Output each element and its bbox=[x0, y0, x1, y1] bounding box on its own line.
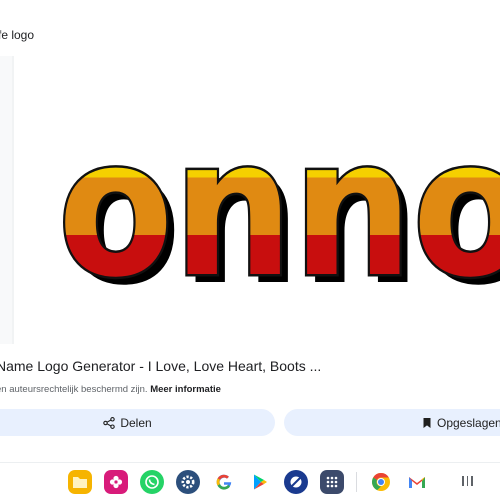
copyright-note: en auteursrechtelijk beschermd zijn. Mee… bbox=[0, 384, 221, 395]
copyright-text: en auteursrechtelijk beschermd zijn. bbox=[0, 384, 148, 395]
more-info-link[interactable]: Meer informatie bbox=[150, 384, 221, 395]
dock-separator bbox=[356, 472, 357, 492]
gmail-icon[interactable] bbox=[405, 470, 429, 494]
recents-bar bbox=[466, 476, 469, 486]
play-store-icon[interactable] bbox=[248, 470, 272, 494]
image-preview-panel[interactable]: onno onno bbox=[12, 56, 500, 344]
previous-image-strip[interactable] bbox=[0, 56, 12, 344]
chrome-icon[interactable] bbox=[369, 470, 393, 494]
recents-button[interactable] bbox=[462, 476, 476, 486]
bookmark-icon bbox=[423, 417, 431, 428]
gallery-flower-icon[interactable] bbox=[104, 470, 128, 494]
app-dock bbox=[68, 467, 441, 497]
settings-icon[interactable] bbox=[176, 470, 200, 494]
app-drawer-icon[interactable] bbox=[320, 470, 344, 494]
whatsapp-icon[interactable] bbox=[140, 470, 164, 494]
share-icon bbox=[103, 416, 116, 429]
google-icon[interactable] bbox=[212, 470, 236, 494]
recents-bar bbox=[471, 476, 473, 486]
saved-button[interactable]: Opgeslagen bbox=[284, 409, 500, 436]
onno-logo-art: onno onno bbox=[56, 96, 500, 328]
clock-icon[interactable] bbox=[284, 470, 308, 494]
result-title[interactable]: Name Logo Generator - I Love, Love Heart… bbox=[0, 358, 321, 374]
share-button[interactable]: Delen bbox=[0, 409, 275, 436]
logo-text: onno bbox=[58, 98, 500, 319]
logo-image[interactable]: onno onno bbox=[14, 56, 500, 344]
dock-divider bbox=[0, 462, 500, 463]
recents-bar bbox=[462, 476, 464, 486]
share-label: Delen bbox=[120, 415, 152, 430]
page-label: fe logo bbox=[0, 28, 35, 42]
saved-label: Opgeslagen bbox=[437, 415, 500, 430]
files-icon[interactable] bbox=[68, 470, 92, 494]
